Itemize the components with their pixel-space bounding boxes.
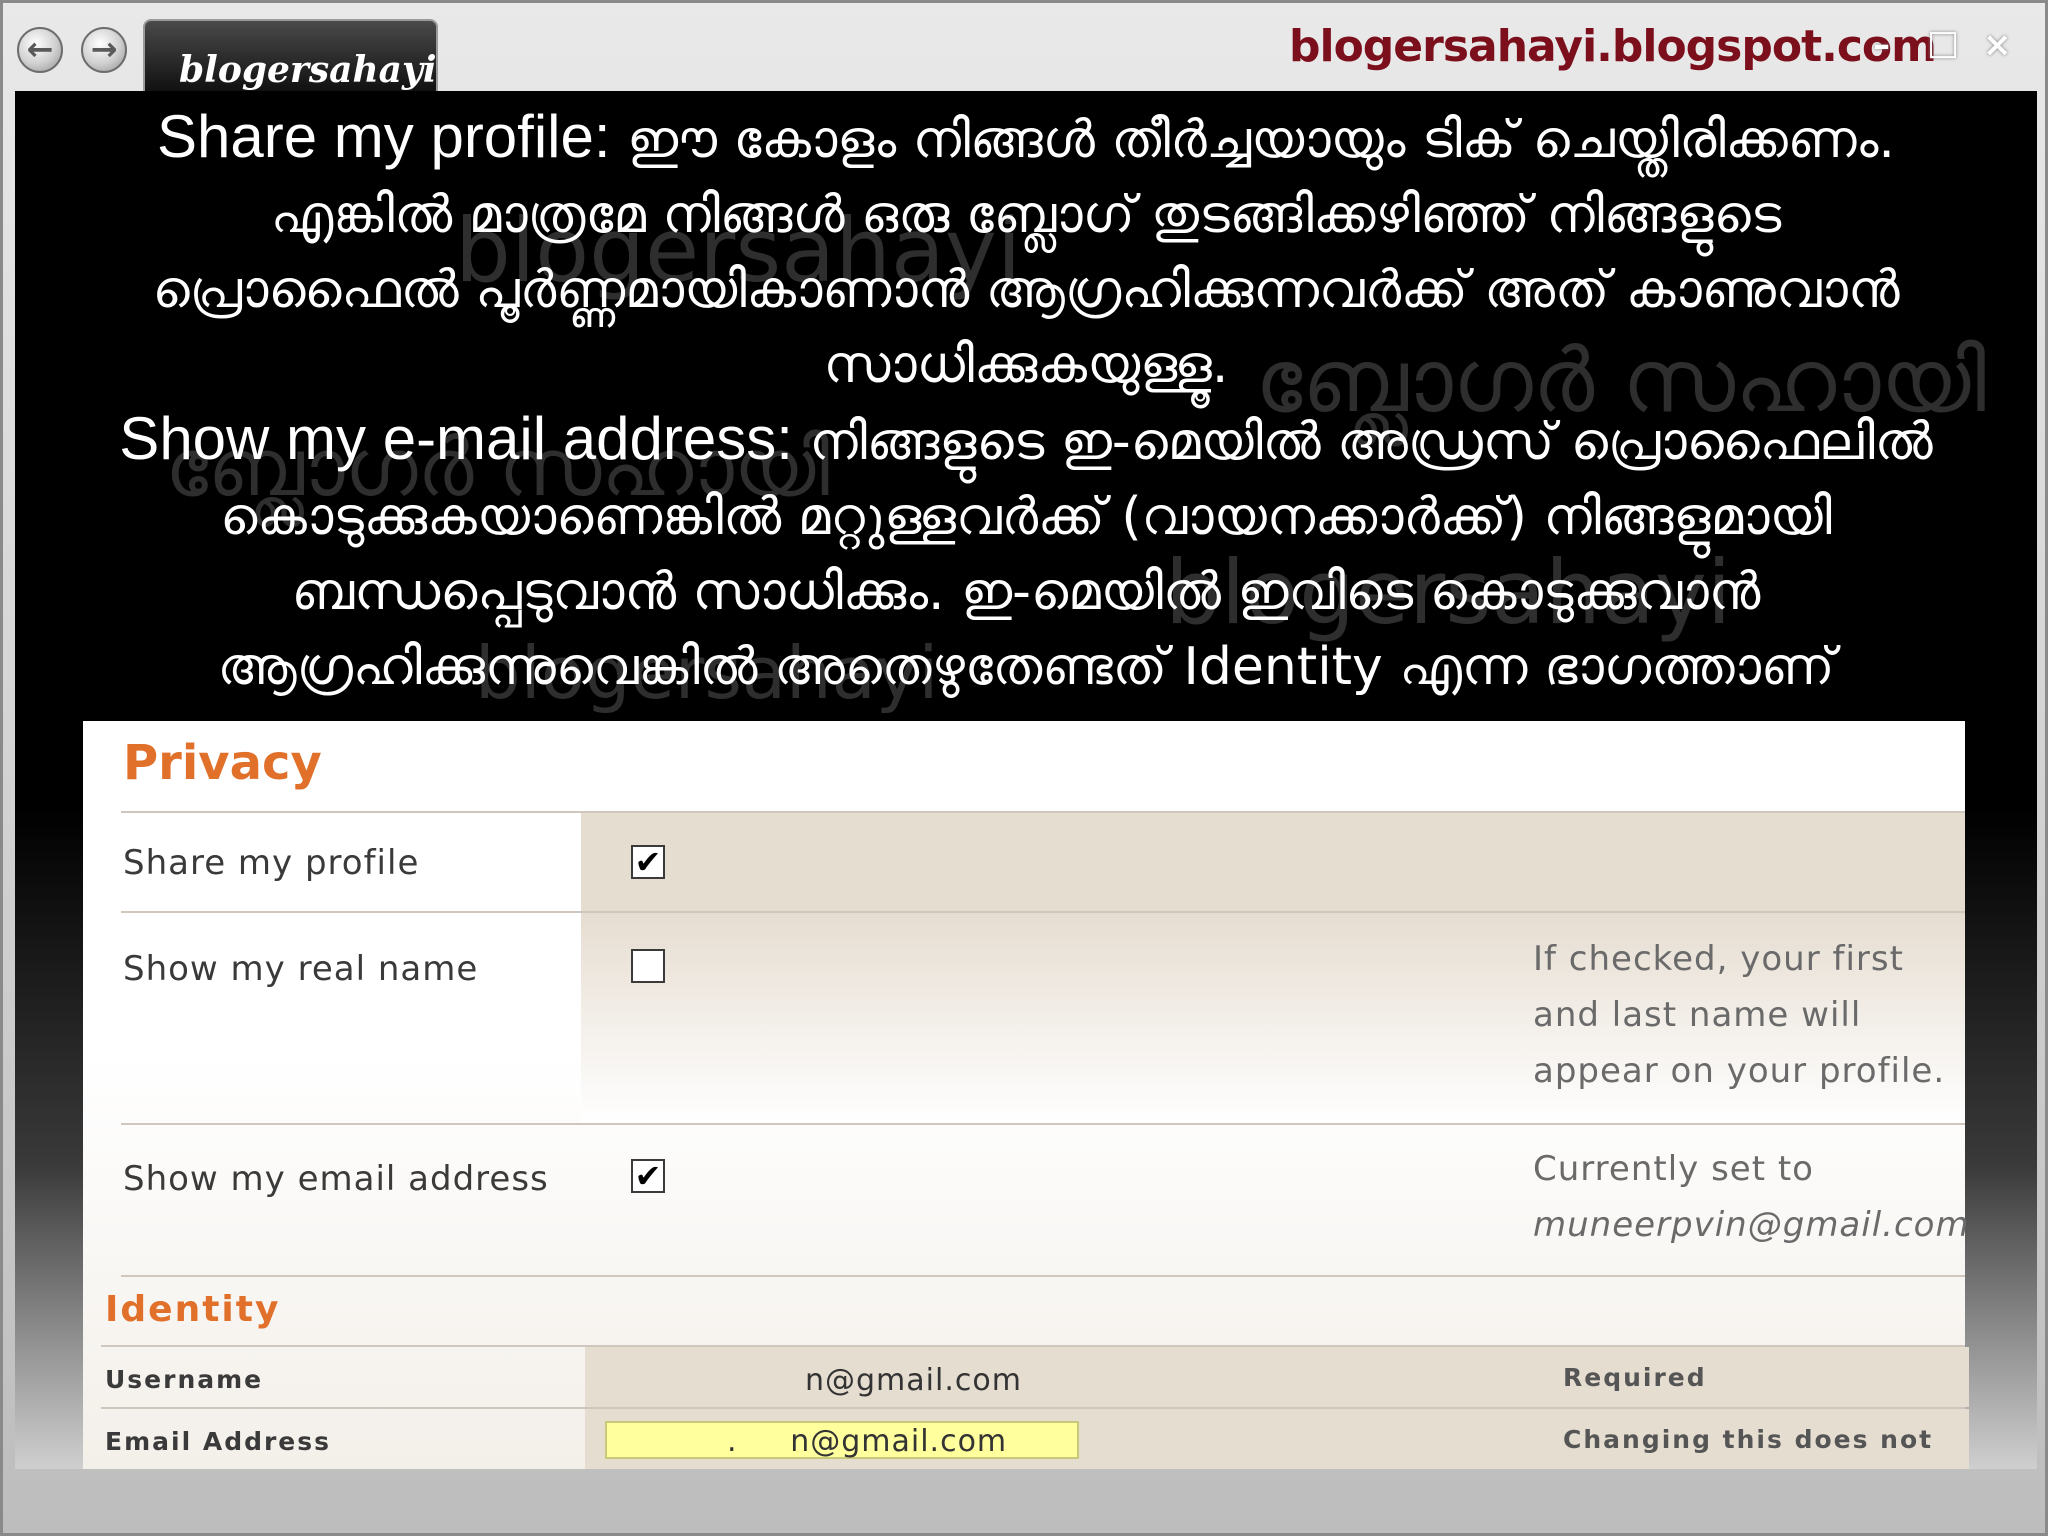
divider [121, 1123, 1965, 1125]
identity-title: Identity [105, 1289, 281, 1330]
hint-line: Currently set to [1533, 1149, 1814, 1189]
slide-content: blogersahayi ബ്ലോഗർ സഹായി ബ്ലോഗർ സഹായി b… [15, 91, 2037, 1469]
settings-screenshot: Privacy Share my profile ✔ Show my real … [83, 721, 1969, 1469]
real-name-hint: If checked, your first and last name wil… [1533, 931, 1945, 1099]
email-hint: Currently set to muneerpvin@gmail.com [1533, 1141, 1970, 1253]
username-label: Username [105, 1365, 264, 1394]
show-real-name-checkbox[interactable] [631, 949, 665, 983]
hint-line: appear on your profile. [1533, 1051, 1946, 1091]
tab-title: blogersahayi [179, 49, 437, 91]
username-value: n@gmail.com [805, 1363, 1022, 1398]
browser-tab[interactable]: blogersahayi [143, 19, 438, 97]
share-description: Share my profile: ഈ കോളം നിങ്ങൾ തീർച്ചയാ… [15, 99, 2037, 403]
share-profile-checkbox[interactable]: ✔ [631, 845, 665, 879]
hint-line: If checked, your first [1533, 939, 1904, 979]
email-address-input[interactable]: . n@gmail.com [605, 1421, 1079, 1459]
show-email-heading: Show my e-mail address: [119, 405, 793, 472]
site-title: blogersahayi.blogspot.com [1289, 21, 1937, 72]
back-arrow-icon[interactable]: ← [17, 27, 63, 73]
show-email-label: Show my email address [123, 1159, 549, 1199]
row-value-pane [585, 1347, 1969, 1407]
forward-arrow-icon[interactable]: → [81, 27, 127, 73]
text-line: സാധിക്കുകയുള്ളൂ. [823, 335, 1229, 395]
show-email-checkbox[interactable]: ✔ [631, 1159, 665, 1193]
text-line: പ്രൊഫൈൽ പൂർണ്ണമായികാണാൻ ആഗ്രഹിക്കുന്നവർക… [152, 260, 1900, 320]
username-required: Required [1563, 1363, 1707, 1392]
text-line: ആഗ്രഹിക്കുന്നുവെങ്കിൽ അതെഴുതേണ്ടത് Ident… [217, 637, 1835, 697]
title-bar: ← → blogersahayi blogersahayi.blogspot.c… [3, 3, 2045, 97]
hint-line: and last name will [1533, 995, 1862, 1035]
share-profile-heading: Share my profile: [157, 103, 611, 170]
text-line: എങ്കിൽ മാത്രമേ നിങ്ങൾ ഒരു ബ്ലോഗ് തുടങ്ങി… [270, 185, 1782, 245]
privacy-title: Privacy [123, 735, 322, 791]
row-value-pane [581, 813, 1965, 911]
text-line: ഈ കോളം നിങ്ങൾ തീർച്ചയായും ടിക് ചെയ്തിരിക… [610, 110, 1895, 170]
text-line: നിങ്ങളുടെ ഇ-മെയിൽ അഡ്രസ് പ്രൊഫൈലിൽ [792, 412, 1933, 472]
share-profile-label: Share my profile [123, 843, 420, 883]
minimize-icon[interactable]: – [1873, 25, 1890, 65]
email-change-note: Changing this does not [1563, 1425, 1934, 1454]
email-address-value: . n@gmail.com [727, 1424, 1008, 1459]
current-email: muneerpvin@gmail.com [1533, 1205, 1970, 1245]
email-address-label: Email Address [105, 1427, 332, 1456]
check-mark-icon: ✔ [634, 843, 662, 881]
close-icon[interactable]: × [1983, 25, 2012, 65]
text-line: കൊടുക്കുകയാണെങ്കിൽ മറ്റുള്ളവർക്ക് (വായനക… [220, 487, 1832, 547]
divider [121, 1275, 1965, 1277]
show-real-name-label: Show my real name [123, 949, 479, 989]
email-description: Show my e-mail address: നിങ്ങളുടെ ഇ-മെയി… [15, 401, 2037, 705]
check-mark-icon: ✔ [634, 1157, 662, 1195]
browser-window: ← → blogersahayi blogersahayi.blogspot.c… [0, 0, 2048, 1536]
maximize-icon[interactable]: □ [1927, 23, 1959, 63]
text-line: ബന്ധപ്പെടുവാൻ സാധിക്കും. ഇ-മെയിൽ ഇവിടെ ക… [291, 562, 1761, 622]
